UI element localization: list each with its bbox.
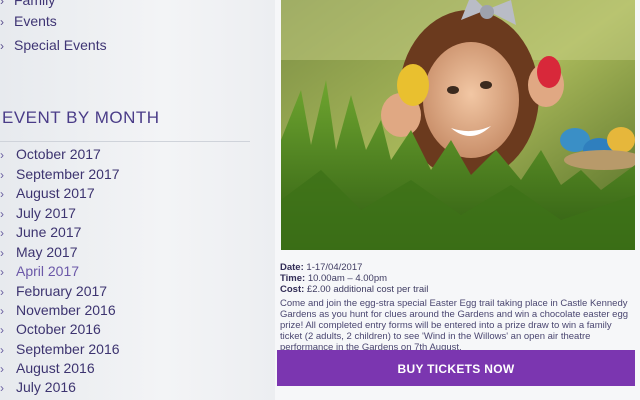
chevron-right-icon: ›	[0, 265, 4, 279]
chevron-right-icon: ›	[0, 0, 4, 8]
month-item-aug-2017[interactable]: › August 2017	[0, 185, 95, 201]
chevron-right-icon: ›	[0, 15, 4, 29]
event-details: Date: 1-17/04/2017 Time: 10.00am – 4.00p…	[280, 262, 638, 353]
month-label: August 2017	[16, 185, 95, 201]
chevron-right-icon: ›	[0, 304, 4, 318]
easter-egg-girl-photo	[281, 0, 635, 250]
month-label: May 2017	[16, 244, 78, 260]
chevron-right-icon: ›	[0, 381, 4, 395]
time-label: Time:	[280, 273, 306, 284]
sidebar-link-label: Events	[14, 13, 57, 29]
month-heading: EVENT BY MONTH	[2, 108, 160, 127]
event-date: Date: 1-17/04/2017	[280, 262, 638, 273]
time-value: 10.00am – 4.00pm	[307, 273, 388, 284]
month-item-may-2017[interactable]: › May 2017	[0, 244, 77, 260]
event-main: Date: 1-17/04/2017 Time: 10.00am – 4.00p…	[275, 0, 640, 400]
sidebar-link-label: Family	[14, 0, 56, 8]
event-hero-image	[281, 0, 635, 250]
month-item-jul-2017[interactable]: › July 2017	[0, 205, 76, 221]
date-label: Date:	[280, 262, 304, 273]
chevron-right-icon: ›	[0, 343, 4, 357]
month-label: July 2017	[16, 205, 76, 221]
month-item-sep-2017[interactable]: › September 2017	[0, 166, 120, 182]
chevron-right-icon: ›	[0, 246, 4, 260]
chevron-right-icon: ›	[0, 285, 4, 299]
month-label: July 2016	[16, 379, 76, 395]
month-item-jun-2017[interactable]: › June 2017	[0, 224, 81, 240]
cost-value: £2.00 additional cost per trail	[306, 284, 429, 295]
month-item-apr-2017[interactable]: › April 2017	[0, 263, 79, 279]
cost-label: Cost:	[280, 284, 305, 295]
month-label: April 2017	[16, 263, 80, 279]
divider	[0, 141, 250, 142]
month-label: September 2016	[16, 341, 120, 357]
chevron-right-icon: ›	[0, 168, 4, 182]
month-item-oct-2017[interactable]: › October 2017	[0, 146, 101, 162]
event-cost: Cost: £2.00 additional cost per trail	[280, 284, 638, 295]
month-label: October 2016	[16, 321, 101, 337]
month-label: November 2016	[16, 302, 116, 318]
month-label: September 2017	[16, 166, 120, 182]
month-label: February 2017	[16, 283, 108, 299]
sidebar-link-events[interactable]: › Events	[0, 13, 57, 29]
month-item-aug-2016[interactable]: › August 2016	[0, 360, 95, 376]
month-item-feb-2017[interactable]: › February 2017	[0, 283, 107, 299]
month-item-nov-2016[interactable]: › November 2016	[0, 302, 116, 318]
month-label: June 2017	[16, 224, 82, 240]
chevron-right-icon: ›	[0, 207, 4, 221]
sidebar-link-label: Special Events	[14, 37, 107, 53]
month-item-sep-2016[interactable]: › September 2016	[0, 341, 120, 357]
sidebar-link-family[interactable]: › Family	[0, 0, 55, 8]
month-item-oct-2016[interactable]: › October 2016	[0, 321, 101, 337]
month-item-jul-2016[interactable]: › July 2016	[0, 379, 76, 395]
buy-tickets-button[interactable]: BUY TICKETS NOW	[277, 350, 635, 386]
month-label: August 2016	[16, 360, 95, 376]
sidebar-link-special-events[interactable]: › Special Events	[0, 37, 107, 53]
event-time: Time: 10.00am – 4.00pm	[280, 273, 638, 284]
chevron-right-icon: ›	[0, 226, 4, 240]
event-description: Come and join the egg-stra special Easte…	[280, 298, 629, 353]
sidebar: › Family › Events › Special Events EVENT BY…	[0, 0, 275, 400]
chevron-right-icon: ›	[0, 187, 4, 201]
month-label: October 2017	[16, 146, 101, 162]
chevron-right-icon: ›	[0, 148, 4, 162]
chevron-right-icon: ›	[0, 362, 4, 376]
chevron-right-icon: ›	[0, 323, 4, 337]
chevron-right-icon: ›	[0, 39, 4, 53]
date-value: 1-17/04/2017	[306, 262, 363, 273]
